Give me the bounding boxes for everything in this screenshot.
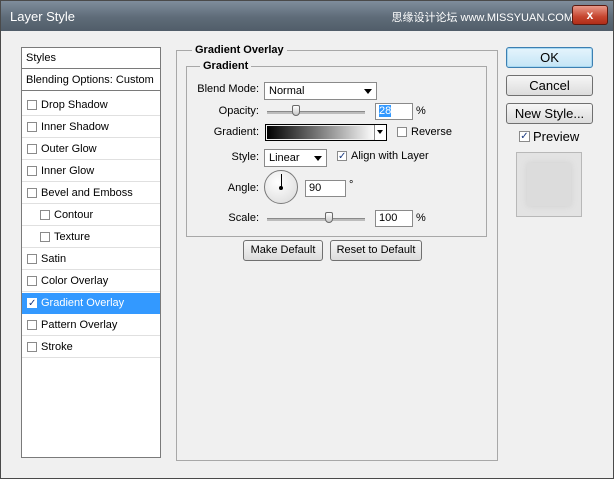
style-item-gradient-overlay[interactable]: ✓ Gradient Overlay: [22, 293, 160, 314]
opacity-slider-track[interactable]: [267, 111, 365, 114]
style-item-contour[interactable]: Contour: [22, 205, 160, 226]
style-label: Style:: [231, 151, 259, 163]
style-item-label: Texture: [54, 231, 91, 243]
gradient-style-select[interactable]: Linear: [264, 149, 327, 167]
style-item-pattern-overlay[interactable]: Pattern Overlay: [22, 315, 160, 336]
inner-shadow-checkbox[interactable]: [27, 122, 37, 132]
gradient-style-value: Linear: [269, 152, 300, 164]
gradient-picker[interactable]: [265, 124, 387, 141]
style-item-label: Color Overlay: [41, 275, 109, 287]
scale-label: Scale:: [228, 212, 259, 224]
style-item-inner-shadow[interactable]: Inner Shadow: [22, 117, 160, 138]
watermark-text: 思缘设计论坛 www.MISSYUAN.COM: [391, 12, 573, 24]
opacity-slider-thumb[interactable]: [292, 105, 300, 116]
gradient-overlay-title: Gradient Overlay: [192, 44, 287, 56]
style-item-color-overlay[interactable]: Color Overlay: [22, 271, 160, 292]
align-with-layer-label: Align with Layer: [351, 150, 429, 162]
styles-list: Styles Blending Options: Custom Drop Sha…: [21, 47, 161, 458]
stroke-checkbox[interactable]: [27, 342, 37, 352]
angle-dial[interactable]: [264, 170, 298, 204]
chevron-down-icon: [377, 130, 383, 134]
scale-input[interactable]: 100: [375, 210, 413, 227]
window-title: Layer Style: [10, 9, 76, 24]
layer-style-dialog: Layer Style 思缘设计论坛 www.MISSYUAN.COM x St…: [0, 0, 614, 479]
style-item-label: Stroke: [41, 341, 73, 353]
opacity-input[interactable]: 28: [375, 103, 413, 120]
drop-shadow-checkbox[interactable]: [27, 100, 37, 110]
make-default-button[interactable]: Make Default: [243, 240, 323, 261]
opacity-unit: %: [416, 105, 426, 117]
style-item-label: Outer Glow: [41, 143, 97, 155]
opacity-value: 28: [379, 105, 392, 117]
gradient-swatch[interactable]: [267, 126, 375, 139]
blending-options-label: Blending Options: Custom: [26, 74, 154, 86]
color-overlay-checkbox[interactable]: [27, 276, 37, 286]
style-item-label: Pattern Overlay: [41, 319, 118, 331]
style-item-label: Inner Glow: [41, 165, 95, 177]
style-item-inner-glow[interactable]: Inner Glow: [22, 161, 160, 182]
blending-options-item[interactable]: Blending Options: Custom: [22, 70, 160, 91]
style-item-label: Contour: [54, 209, 94, 221]
opacity-label: Opacity:: [218, 105, 259, 117]
style-item-label: Drop Shadow: [41, 99, 108, 111]
reverse-label: Reverse: [411, 126, 452, 138]
texture-checkbox[interactable]: [40, 232, 50, 242]
preview-label: Preview: [533, 129, 580, 144]
chevron-down-icon: [364, 89, 372, 94]
contour-checkbox[interactable]: [40, 210, 50, 220]
scale-unit: %: [416, 212, 426, 224]
style-item-bevel-emboss[interactable]: Bevel and Emboss: [22, 183, 160, 204]
style-item-label: Gradient Overlay: [41, 297, 125, 309]
style-item-stroke[interactable]: Stroke: [22, 337, 160, 358]
gradient-label: Gradient:: [213, 126, 259, 138]
style-item-texture[interactable]: Texture: [22, 227, 160, 248]
styles-header[interactable]: Styles: [22, 48, 160, 69]
chevron-down-icon: [314, 156, 322, 161]
outer-glow-checkbox[interactable]: [27, 144, 37, 154]
angle-input[interactable]: 90: [305, 180, 346, 197]
preview-thumbnail: [516, 152, 582, 217]
inner-glow-checkbox[interactable]: [27, 166, 37, 176]
styles-header-label: Styles: [26, 52, 56, 64]
pattern-overlay-checkbox[interactable]: [27, 320, 37, 330]
preview-swatch: [527, 163, 571, 206]
style-item-outer-glow[interactable]: Outer Glow: [22, 139, 160, 160]
angle-label: Angle:: [227, 182, 259, 194]
align-with-layer-checkbox[interactable]: ✓: [337, 151, 347, 162]
gradient-dropdown-button[interactable]: [374, 125, 386, 140]
gradient-overlay-checkbox[interactable]: ✓: [27, 298, 37, 309]
scale-slider-track[interactable]: [267, 218, 365, 221]
scale-slider-thumb[interactable]: [325, 212, 333, 223]
style-item-label: Inner Shadow: [41, 121, 109, 133]
style-item-label: Satin: [41, 253, 67, 265]
angle-unit: °: [349, 179, 354, 191]
satin-checkbox[interactable]: [27, 254, 37, 264]
blend-mode-value: Normal: [269, 85, 305, 97]
new-style-button[interactable]: New Style...: [506, 103, 593, 124]
gradient-group-title: Gradient: [200, 60, 252, 72]
close-button[interactable]: x: [572, 5, 608, 25]
bevel-emboss-checkbox[interactable]: [27, 188, 37, 198]
ok-button[interactable]: OK: [506, 47, 593, 68]
style-item-drop-shadow[interactable]: Drop Shadow: [22, 95, 160, 116]
style-item-label: Bevel and Emboss: [41, 187, 133, 199]
blend-mode-label: Blend Mode:: [197, 83, 259, 95]
blend-mode-select[interactable]: Normal: [264, 82, 377, 100]
preview-checkbox[interactable]: ✓: [519, 131, 530, 142]
cancel-button[interactable]: Cancel: [506, 75, 593, 96]
title-bar[interactable]: Layer Style 思缘设计论坛 www.MISSYUAN.COM x: [1, 1, 613, 31]
style-item-satin[interactable]: Satin: [22, 249, 160, 270]
angle-center-dot: [279, 186, 283, 190]
reverse-checkbox[interactable]: [397, 127, 407, 137]
reset-to-default-button[interactable]: Reset to Default: [330, 240, 422, 261]
